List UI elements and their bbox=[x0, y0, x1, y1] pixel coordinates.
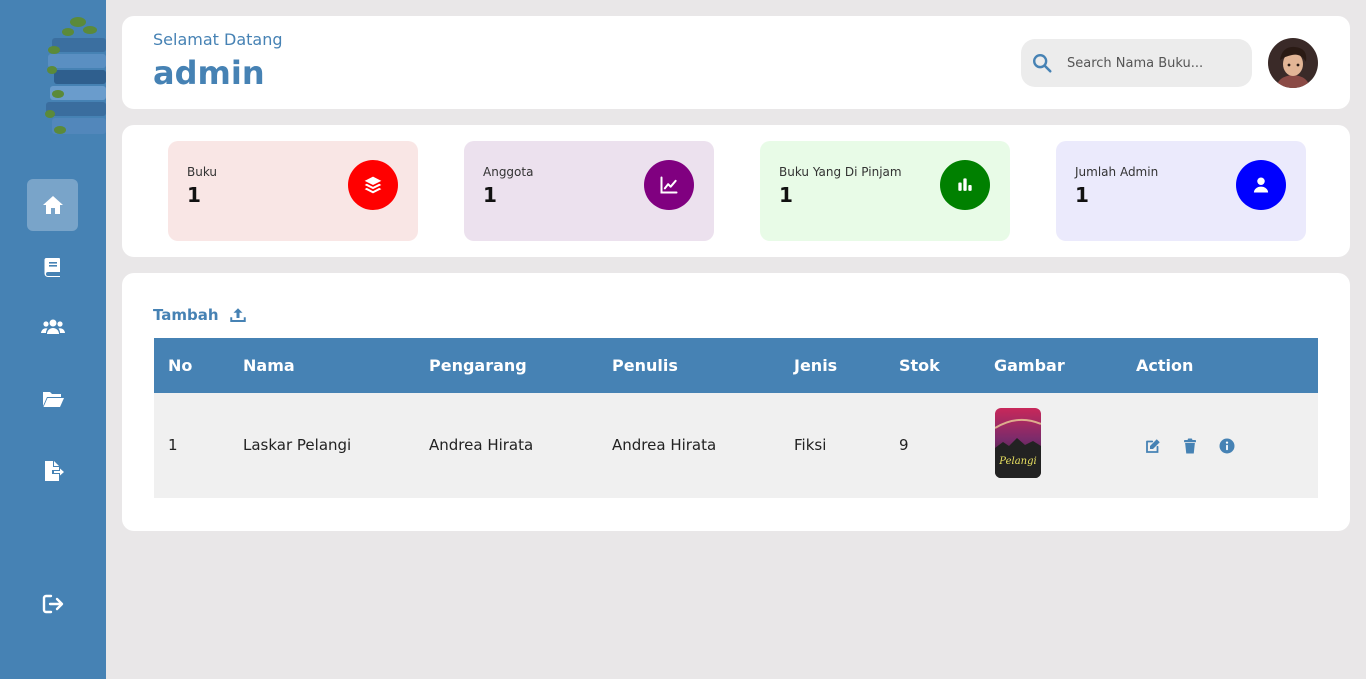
upload-icon bbox=[229, 308, 246, 322]
stat-icon-bg bbox=[348, 160, 398, 210]
username-title: admin bbox=[153, 54, 265, 92]
delete-icon[interactable] bbox=[1181, 437, 1199, 455]
layers-icon bbox=[364, 176, 382, 194]
sidebar-item-report[interactable] bbox=[27, 445, 78, 497]
stat-icon-bg bbox=[940, 160, 990, 210]
chart-line-icon bbox=[660, 176, 678, 194]
home-icon bbox=[42, 196, 63, 214]
stat-value: 1 bbox=[187, 183, 201, 207]
logout-icon bbox=[42, 594, 63, 614]
chart-bar-icon bbox=[958, 178, 972, 191]
cell-penulis: Andrea Hirata bbox=[612, 436, 717, 454]
sidebar-item-folder[interactable] bbox=[27, 373, 78, 425]
column-header: No bbox=[168, 356, 193, 375]
sidebar-item-members[interactable] bbox=[27, 301, 78, 353]
column-header: Action bbox=[1136, 356, 1194, 375]
stat-buku: Buku 1 bbox=[168, 141, 418, 241]
add-book-button[interactable]: Tambah bbox=[153, 306, 247, 324]
edit-icon[interactable] bbox=[1144, 437, 1162, 455]
table-row: 1 Laskar Pelangi Andrea Hirata Andrea Hi… bbox=[154, 393, 1318, 498]
svg-text:Pelangi: Pelangi bbox=[998, 456, 1036, 467]
avatar[interactable] bbox=[1268, 38, 1318, 88]
stat-icon-bg bbox=[1236, 160, 1286, 210]
header-card: Selamat Datang admin bbox=[122, 16, 1350, 109]
add-book-label: Tambah bbox=[153, 306, 219, 324]
sidebar-item-books[interactable] bbox=[27, 241, 78, 293]
book-stack-logo bbox=[44, 10, 106, 140]
user-icon bbox=[1253, 177, 1269, 193]
stat-dipinjam: Buku Yang Di Pinjam 1 bbox=[760, 141, 1010, 241]
file-export-icon bbox=[44, 461, 64, 481]
search-input[interactable] bbox=[1067, 55, 1217, 71]
table-header: No Nama Pengarang Penulis Jenis Stok Gam… bbox=[154, 338, 1318, 393]
book-table-card: Tambah No Nama Pengarang Penulis Jenis S… bbox=[122, 273, 1350, 531]
stat-value: 1 bbox=[779, 183, 793, 207]
column-header: Pengarang bbox=[429, 356, 527, 375]
cell-nama: Laskar Pelangi bbox=[243, 436, 352, 454]
users-icon bbox=[40, 319, 65, 334]
logout-button[interactable] bbox=[27, 578, 78, 630]
stat-label: Jumlah Admin bbox=[1075, 165, 1159, 179]
cell-stok: 9 bbox=[899, 436, 909, 454]
cell-pengarang: Andrea Hirata bbox=[429, 436, 534, 454]
cell-jenis: Fiksi bbox=[794, 436, 827, 454]
welcome-text: Selamat Datang bbox=[153, 30, 283, 49]
stat-anggota: Anggota 1 bbox=[464, 141, 714, 241]
search-box[interactable] bbox=[1021, 39, 1252, 87]
search-icon bbox=[1033, 54, 1052, 73]
cell-no: 1 bbox=[168, 436, 178, 454]
column-header: Nama bbox=[243, 356, 295, 375]
stat-value: 1 bbox=[483, 183, 497, 207]
book-icon bbox=[43, 258, 60, 277]
book-cover-image: Pelangi bbox=[995, 408, 1041, 478]
column-header: Gambar bbox=[994, 356, 1065, 375]
stats-card: Buku 1 Anggota 1 Buku Yang Di Pinjam 1 J… bbox=[122, 125, 1350, 257]
column-header: Stok bbox=[899, 356, 940, 375]
stat-admin: Jumlah Admin 1 bbox=[1056, 141, 1306, 241]
column-header: Penulis bbox=[612, 356, 678, 375]
info-icon[interactable] bbox=[1218, 437, 1236, 455]
sidebar bbox=[0, 0, 106, 679]
stat-label: Buku bbox=[187, 165, 218, 179]
stat-label: Buku Yang Di Pinjam bbox=[779, 165, 902, 179]
column-header: Jenis bbox=[794, 356, 838, 375]
sidebar-item-home[interactable] bbox=[27, 179, 78, 231]
books-table: No Nama Pengarang Penulis Jenis Stok Gam… bbox=[154, 338, 1318, 498]
stat-icon-bg bbox=[644, 160, 694, 210]
stat-value: 1 bbox=[1075, 183, 1089, 207]
stat-label: Anggota bbox=[483, 165, 534, 179]
folder-open-icon bbox=[42, 392, 64, 407]
